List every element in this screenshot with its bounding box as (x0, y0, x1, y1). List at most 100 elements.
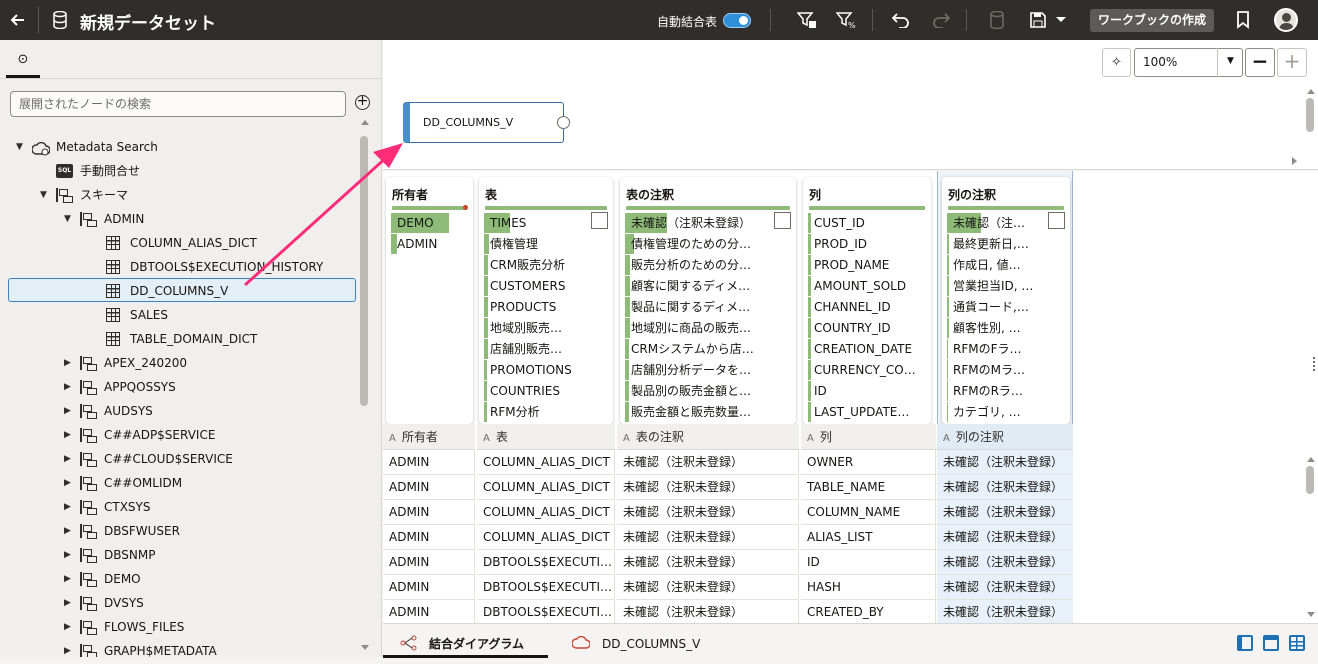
profile-value[interactable]: PROD_ID (808, 234, 920, 254)
profile-value[interactable]: 地域別に商品の販売… (625, 318, 785, 338)
chevron-down-icon[interactable]: ▼ (16, 135, 23, 159)
table-cell[interactable]: COLUMN_ALIAS_DICT (477, 475, 615, 500)
table-cell[interactable]: 未確認（注釈未登録） (937, 550, 1073, 575)
tree-node-schema[interactable]: ▶ C##OMLIDM (0, 471, 360, 495)
col-header-column[interactable]: A列 (801, 424, 936, 450)
join-port[interactable] (557, 116, 570, 129)
chevron-right-icon[interactable]: ▶ (64, 471, 71, 495)
table-cell[interactable]: 未確認（注釈未登録） (617, 600, 799, 625)
profile-value[interactable]: COUNTRY_ID (808, 318, 920, 338)
tree-node-schemas[interactable]: ▼ スキーマ (0, 183, 360, 207)
col-header-table-comment[interactable]: A 表の注釈 (617, 424, 799, 450)
chevron-right-icon[interactable]: ▶ (64, 543, 71, 567)
chevron-right-icon[interactable]: ▶ (64, 615, 71, 639)
tree-node-schema[interactable]: ▶ APPQOSSYS (0, 375, 360, 399)
table-cell[interactable]: 未確認（注釈未登録） (937, 500, 1073, 525)
table-cell[interactable]: COLUMN_ALIAS_DICT (477, 525, 615, 550)
scroll-right-icon[interactable] (1291, 156, 1299, 166)
table-cell[interactable]: 未確認（注釈未登録） (617, 575, 799, 600)
profile-value[interactable]: DEMO (391, 213, 462, 233)
col-header-owner[interactable]: A 所有者 (383, 424, 475, 450)
profile-value[interactable]: TIMES (484, 213, 602, 233)
profile-value[interactable]: 最終更新日,… (947, 234, 1059, 254)
profile-value[interactable]: 債権管理 (484, 234, 602, 254)
layout-left-icon[interactable] (1237, 635, 1253, 651)
tree-node-schema[interactable]: ▶ DEMO (0, 567, 360, 591)
table-cell[interactable]: 未確認（注釈未登録） (617, 550, 799, 575)
profile-table[interactable]: 表 TIMES 債権管理 CRM販売分析 CUSTOMERS PRODUCTS 地域別販売…… (479, 177, 613, 424)
table-cell[interactable]: ADMIN (383, 600, 475, 625)
zoom-in-button[interactable]: + (1277, 48, 1307, 77)
chevron-right-icon[interactable]: ▶ (64, 375, 71, 399)
scroll-up-icon[interactable] (1306, 87, 1316, 95)
profile-value[interactable]: AMOUNT_SOLD (808, 276, 920, 296)
table-cell[interactable]: 未確認（注釈未登録） (937, 600, 1073, 625)
tab-join-diagram[interactable]: 結合ダイアグラム (383, 624, 548, 658)
profile-value[interactable]: 未確認（注… (947, 213, 1059, 233)
profile-value[interactable]: 顧客に関するディメ… (625, 276, 785, 296)
chevron-right-icon[interactable]: ▶ (64, 495, 71, 519)
add-icon[interactable]: + (355, 94, 370, 110)
profile-value[interactable]: CRM販売分析 (484, 255, 602, 275)
tree-node-schema[interactable]: ▶ DBSNMP (0, 543, 360, 567)
profile-value[interactable]: 店舗別販売… (484, 339, 602, 359)
profile-value[interactable]: CHANNEL_ID (808, 297, 920, 317)
profile-value[interactable]: 営業担当ID, … (947, 276, 1059, 296)
table-cell[interactable]: 未確認（注釈未登録） (937, 475, 1073, 500)
profile-value[interactable]: CUST_ID (808, 213, 920, 233)
profile-value[interactable]: 地域別販売… (484, 318, 602, 338)
layout-grid-icon[interactable] (1289, 635, 1305, 651)
chevron-right-icon[interactable]: ▶ (64, 351, 71, 375)
table-cell[interactable]: 未確認（注釈未登録） (937, 450, 1073, 475)
tree-node-table[interactable]: DD_COLUMNS_V (0, 279, 360, 303)
tree-node-schema[interactable]: ▶ GRAPH$METADATA (0, 639, 360, 657)
tree-node-schema[interactable]: ▶ APEX_240200 (0, 351, 360, 375)
profile-value[interactable]: PROMOTIONS (484, 360, 602, 380)
table-cell[interactable]: 未確認（注釈未登録） (617, 450, 799, 475)
table-cell[interactable]: CREATED_BY (801, 600, 936, 625)
filter-clear-icon[interactable]: % (836, 11, 856, 29)
profile-value[interactable]: 債権管理のための分… (625, 234, 785, 254)
profile-value[interactable]: LAST_UPDATE… (808, 402, 920, 422)
tree-node-schema[interactable]: ▶ C##CLOUD$SERVICE (0, 447, 360, 471)
search-input[interactable]: 展開されたノードの検索 (10, 91, 346, 117)
table-cell[interactable]: 未確認（注釈未登録） (617, 500, 799, 525)
chevron-right-icon[interactable]: ▶ (64, 447, 71, 471)
join-diagram-canvas[interactable]: DD_COLUMNS_V ✧ 100% ▼ − + (383, 40, 1318, 170)
profile-value[interactable]: 販売分析のための分… (625, 255, 785, 275)
table-node[interactable]: DD_COLUMNS_V (403, 102, 564, 143)
table-cell[interactable]: 未確認（注釈未登録） (937, 525, 1073, 550)
filter-add-icon[interactable] (797, 11, 817, 29)
chevron-down-icon[interactable]: ▼ (40, 183, 47, 207)
profile-table-comment[interactable]: 表の注釈 未確認（注釈未登録） 債権管理のための分… 販売分析のための分… 顧客に関する… (620, 177, 796, 424)
chevron-right-icon[interactable]: ▶ (64, 591, 71, 615)
table-cell[interactable]: DBTOOLS$EXECUTI… (477, 575, 615, 600)
tree-node-table[interactable]: SALES (0, 303, 360, 327)
profile-value[interactable]: 店舗別分析データを… (625, 360, 785, 380)
create-workbook-button[interactable]: ワークブックの作成 (1090, 9, 1214, 32)
table-cell[interactable]: COLUMN_NAME (801, 500, 936, 525)
scroll-up-icon[interactable] (360, 118, 370, 126)
table-cell[interactable]: COLUMN_ALIAS_DICT (477, 500, 615, 525)
save-icon[interactable] (1029, 11, 1047, 29)
tree-node-manual-query[interactable]: SQL 手動問合せ (0, 159, 360, 183)
profile-value[interactable]: 未確認（注釈未登録） (625, 213, 785, 233)
redo-icon[interactable] (932, 12, 950, 28)
table-cell[interactable]: OWNER (801, 450, 936, 475)
profile-value[interactable]: 通貨コード,… (947, 297, 1059, 317)
scrollbar[interactable] (1306, 466, 1314, 494)
histogram-icon[interactable] (1048, 212, 1065, 229)
avatar[interactable] (1274, 8, 1298, 32)
tree-node-schema[interactable]: ▶ DVSYS (0, 591, 360, 615)
profile-value[interactable]: ID (808, 381, 920, 401)
chevron-down-icon[interactable]: ▼ (64, 207, 71, 231)
table-cell[interactable]: HASH (801, 575, 936, 600)
profile-value[interactable]: CURRENCY_CO… (808, 360, 920, 380)
profile-column-comment[interactable]: 列の注釈 未確認（注… 最終更新日,… 作成日, 値… 営業担当ID, … 通貨コード,…… (942, 177, 1070, 424)
tree-node-schema[interactable]: ▶ DBSFWUSER (0, 519, 360, 543)
profile-value[interactable]: RFMのRラ… (947, 381, 1059, 401)
chevron-right-icon[interactable]: ▶ (64, 399, 71, 423)
undo-icon[interactable] (892, 12, 910, 28)
col-header-table[interactable]: A表 (477, 424, 615, 450)
table-cell[interactable]: TABLE_NAME (801, 475, 936, 500)
